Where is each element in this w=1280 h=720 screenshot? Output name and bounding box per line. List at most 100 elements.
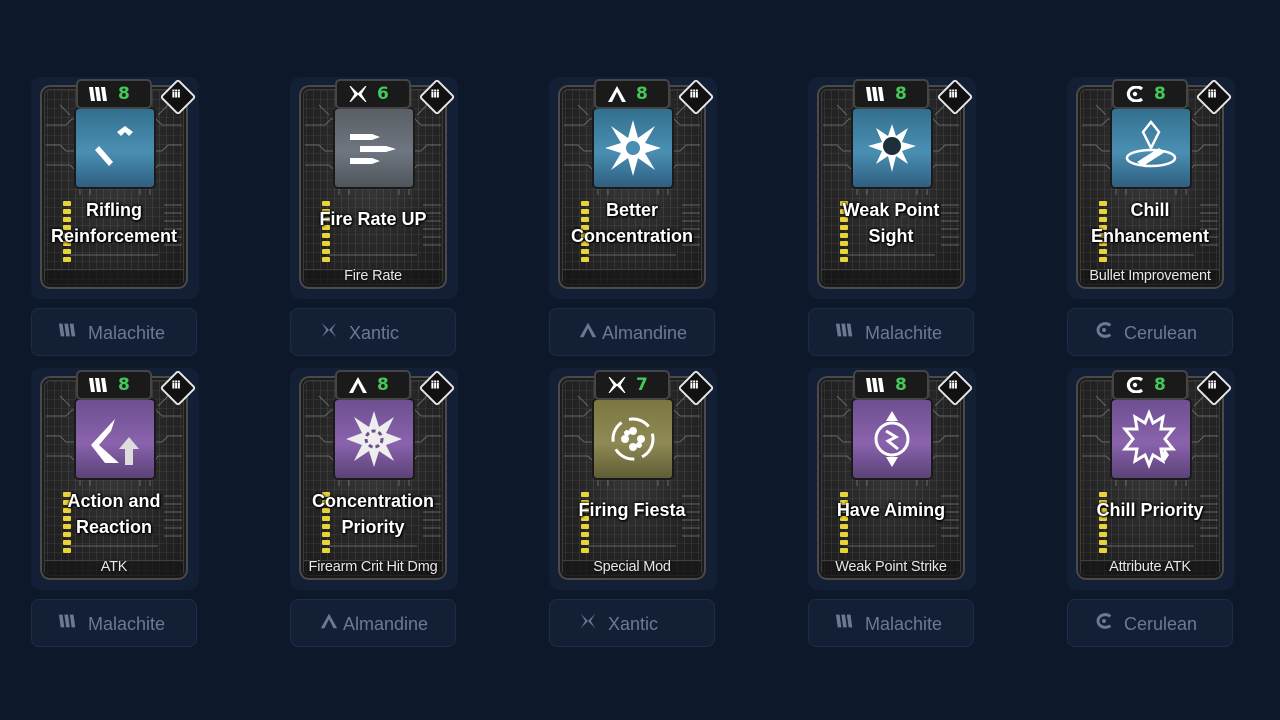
socket-type-label: Cerulean xyxy=(1124,614,1198,634)
module-art xyxy=(76,400,154,478)
module-card-face: Fire Rate UP Fire Rate xyxy=(299,85,447,289)
module-card-face: Firing Fiesta Special Mod xyxy=(558,376,706,580)
module-card-face: Weak Point Sight xyxy=(817,85,965,289)
module-subtitle: Fire Rate xyxy=(344,268,402,284)
module-card[interactable]: Chill Enhancement Bullet Improvement 8 ii… xyxy=(1067,77,1235,299)
socket-type-tag: Xantic xyxy=(549,599,715,647)
pin xyxy=(322,233,330,238)
pin xyxy=(840,257,848,262)
module-name-line: Chill xyxy=(1130,200,1170,220)
module-card-face: Have Aiming Weak Point Strike xyxy=(817,376,965,580)
module-name: Weak Point Sight xyxy=(817,197,965,249)
malachite-icon xyxy=(58,322,78,342)
xantic-icon xyxy=(319,322,339,342)
module-card-face: Action and Reaction ATK xyxy=(40,376,188,580)
module-name-line: Weak Point xyxy=(842,200,940,220)
arrow-up-icon xyxy=(91,419,139,465)
socket-type-label: Malachite xyxy=(88,323,166,343)
module-name-line: Priority xyxy=(341,517,405,537)
module-subtitle: Bullet Improvement xyxy=(1089,268,1211,284)
cerulean-icon xyxy=(1094,322,1114,342)
capacity-badge: 8 xyxy=(853,370,929,400)
capacity-cost: 8 xyxy=(118,375,130,395)
module-name-line: Reaction xyxy=(75,517,153,537)
pin xyxy=(581,548,589,553)
capacity-cost: 7 xyxy=(636,375,648,395)
malachite-icon xyxy=(835,322,855,342)
module-name-line: Better xyxy=(605,200,658,220)
module-card[interactable]: Concentration Priority Firearm Crit Hit D… xyxy=(290,368,458,590)
module-grid: Rifling Reinforcement 8 iii Malachite Fi… xyxy=(0,0,1280,720)
capacity-badge: 7 xyxy=(594,370,670,400)
almandine-icon xyxy=(319,613,339,633)
capacity-badge: 6 xyxy=(335,79,411,109)
xantic-icon xyxy=(606,376,628,394)
module-art xyxy=(594,109,672,187)
pin xyxy=(581,257,589,262)
module-art xyxy=(1112,109,1190,187)
module-name: Chill Priority xyxy=(1076,497,1224,523)
module-subtitle: Special Mod xyxy=(593,559,671,575)
capacity-badge: 8 xyxy=(335,370,411,400)
capacity-cost: 6 xyxy=(377,84,389,104)
module-name-line: Rifling xyxy=(86,200,142,220)
socket-type-label: Almandine xyxy=(343,614,429,634)
capacity-cost: 8 xyxy=(636,84,648,104)
module-art xyxy=(594,400,672,478)
socket-type-label: Xantic xyxy=(608,614,659,634)
module-name: Have Aiming xyxy=(817,497,965,523)
socket-type-label: Malachite xyxy=(865,323,943,343)
pin xyxy=(63,548,71,553)
module-name: Firing Fiesta xyxy=(558,497,706,523)
module-art xyxy=(335,109,413,187)
socket-type-label: Malachite xyxy=(88,614,166,634)
pin xyxy=(840,540,848,545)
socket-type-tag: Malachite xyxy=(31,308,197,356)
module-art xyxy=(853,109,931,187)
malachite-icon xyxy=(865,86,887,102)
pin xyxy=(322,548,330,553)
bullets-icon xyxy=(350,134,396,164)
module-card[interactable]: Action and Reaction ATK 8 iii xyxy=(31,368,199,590)
module-card[interactable]: Weak Point Sight 8 iii xyxy=(808,77,976,299)
pin xyxy=(840,548,848,553)
module-name: Action and Reaction xyxy=(40,488,188,540)
module-card-face: Better Concentration xyxy=(558,85,706,289)
socket-type-label: Malachite xyxy=(865,614,943,634)
socket-type-tag: Malachite xyxy=(31,599,197,647)
socket-type-label: Xantic xyxy=(349,323,400,343)
module-card[interactable]: Firing Fiesta Special Mod 7 iii xyxy=(549,368,717,590)
capacity-cost: 8 xyxy=(1154,84,1166,104)
module-name-line: Action and xyxy=(67,491,161,511)
module-art xyxy=(853,400,931,478)
module-card-face: Concentration Priority Firearm Crit Hit D… xyxy=(299,376,447,580)
capacity-cost: 8 xyxy=(118,84,130,104)
module-card[interactable]: Fire Rate UP Fire Rate 6 iii xyxy=(290,77,458,299)
socket-type-tag: Almandine xyxy=(290,599,456,647)
module-name-line: Sight xyxy=(868,226,914,246)
pin xyxy=(1099,257,1107,262)
burst-star-icon xyxy=(605,120,661,176)
module-name-line: Concentration xyxy=(570,226,693,246)
pin xyxy=(1099,524,1107,529)
almandine-icon xyxy=(347,377,369,393)
capacity-cost: 8 xyxy=(895,375,907,395)
module-card[interactable]: Have Aiming Weak Point Strike 8 iii xyxy=(808,368,976,590)
module-name: Chill Enhancement xyxy=(1076,197,1224,249)
socket-type-tag: Xantic xyxy=(290,308,456,356)
pin xyxy=(581,524,589,529)
pin xyxy=(1099,532,1107,537)
almandine-icon xyxy=(578,322,598,342)
chill-bullet-icon xyxy=(1125,119,1177,168)
module-card[interactable]: Chill Priority Attribute ATK 8 iii xyxy=(1067,368,1235,590)
module-art xyxy=(335,400,413,478)
cerulean-icon xyxy=(1124,85,1146,103)
pin xyxy=(322,241,330,246)
cerulean-icon xyxy=(1094,613,1114,633)
xantic-icon xyxy=(578,613,598,633)
pin xyxy=(840,524,848,529)
module-card[interactable]: Rifling Reinforcement 8 iii xyxy=(31,77,199,299)
socket-type-tag: Cerulean xyxy=(1067,308,1233,356)
module-card[interactable]: Better Concentration 8 iii xyxy=(549,77,717,299)
module-name: Fire Rate UP xyxy=(299,206,447,232)
